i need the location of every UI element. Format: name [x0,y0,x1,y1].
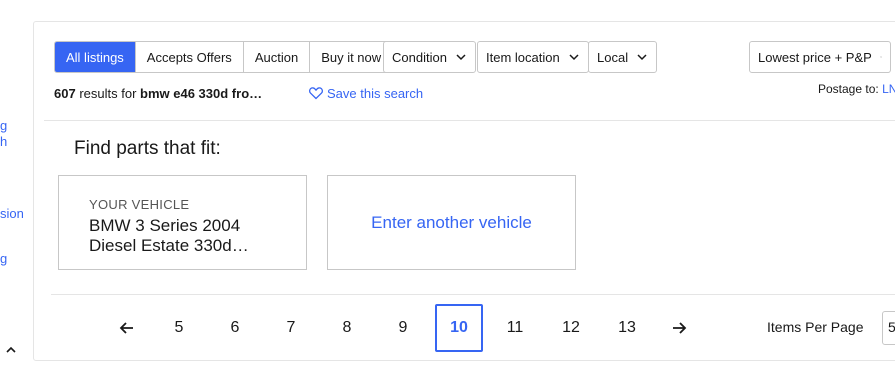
chevron-up-icon[interactable] [4,343,18,357]
results-panel: All listings Accepts Offers Auction Buy … [33,21,895,361]
divider [51,294,895,295]
tab-accepts-offers[interactable]: Accepts Offers [135,42,244,72]
sidebar-link-1[interactable]: g [0,119,7,133]
your-vehicle-card[interactable]: YOUR VEHICLE BMW 3 Series 2004 Diesel Es… [58,175,307,270]
results-count: 607 [54,86,76,101]
item-location-dropdown[interactable]: Item location [477,41,589,73]
results-summary: 607 results for bmw e46 330d fro… [54,86,262,101]
items-per-page-label: Items Per Page [767,319,864,335]
tab-auction[interactable]: Auction [243,42,311,72]
left-sidebar: g h sion g [0,0,32,375]
arrow-left-icon [119,322,133,334]
next-page-button[interactable] [655,304,703,352]
sidebar-link-4[interactable]: g [0,252,7,266]
arrow-right-icon [673,322,687,334]
page-link-12[interactable]: 12 [547,304,595,352]
listing-type-tabs: All listings Accepts Offers Auction Buy … [54,41,394,73]
vehicle-name: BMW 3 Series 2004 Diesel Estate 330d… [89,216,249,255]
postage-label: Postage to: [818,82,879,96]
sort-dropdown-label: Lowest price + P&P [758,49,872,65]
sidebar-link-2[interactable]: h [0,135,7,149]
page-link-11[interactable]: 11 [491,304,539,352]
page-link-13[interactable]: 13 [603,304,651,352]
page-link-7[interactable]: 7 [267,304,315,352]
save-search-label: Save this search [327,85,424,101]
sidebar-link-3[interactable]: sion [0,207,24,221]
divider [44,120,895,121]
pagination: 5 6 7 8 9 10 11 12 13 Items Per Page 5 [34,304,895,352]
chevron-down-icon [637,54,647,61]
local-dropdown-label: Local [597,49,629,65]
condition-dropdown[interactable]: Condition [383,41,476,73]
results-query: bmw e46 330d fro… [140,86,263,101]
find-parts-title: Find parts that fit: [74,138,221,159]
page-link-6[interactable]: 6 [211,304,259,352]
items-per-page-select[interactable]: 5 [882,311,895,345]
postage-location-link[interactable]: LN [882,82,895,96]
chevron-down-icon [880,56,882,58]
condition-dropdown-label: Condition [392,49,447,65]
page-link-9[interactable]: 9 [379,304,427,352]
heart-icon [308,87,324,100]
postage-to: Postage to: LN [818,82,895,96]
previous-page-button[interactable] [103,304,151,352]
sort-dropdown[interactable]: Lowest price + P&P [749,41,891,73]
save-search-link[interactable]: Save this search [308,85,423,101]
chevron-down-icon [456,54,466,61]
enter-another-vehicle-button[interactable]: Enter another vehicle [327,175,576,270]
page-link-5[interactable]: 5 [155,304,203,352]
page-link-8[interactable]: 8 [323,304,371,352]
chevron-down-icon [569,54,579,61]
enter-another-vehicle-label: Enter another vehicle [371,212,532,232]
item-location-dropdown-label: Item location [486,49,560,65]
local-dropdown[interactable]: Local [588,41,658,73]
tab-buy-it-now[interactable]: Buy it now [310,42,393,72]
your-vehicle-label: YOUR VEHICLE [89,197,190,212]
page-link-10-current[interactable]: 10 [435,304,483,352]
results-text: results for [79,86,137,101]
tab-all-listings[interactable]: All listings [55,42,136,72]
